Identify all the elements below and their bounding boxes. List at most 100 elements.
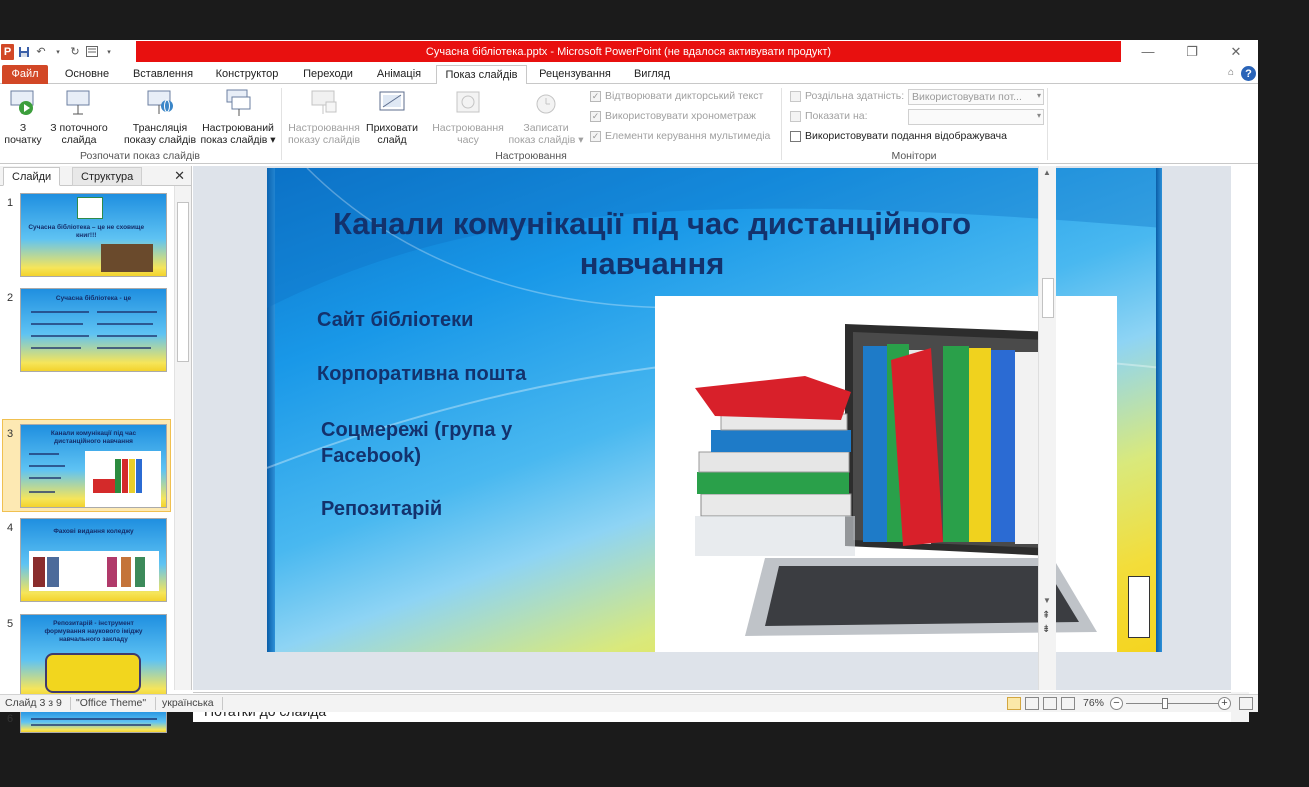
media-controls-checkbox[interactable]: ✓ Елементи керування мультимедіа <box>590 130 770 142</box>
save-icon[interactable] <box>17 45 31 59</box>
play-narrations-checkbox[interactable]: ✓ Відтворювати дикторський текст <box>590 90 763 102</box>
slide-sorter-view-icon[interactable] <box>1025 697 1039 710</box>
rehearse-timings-button[interactable]: Настроювання часу <box>428 88 508 146</box>
broadcast-slide-show-button[interactable]: Трансляція показу слайдів <box>122 88 198 146</box>
tab-slide-show[interactable]: Показ слайдів <box>436 65 527 85</box>
from-current-slide-button[interactable]: З поточного слайда <box>44 88 114 146</box>
thumb-title: Репозитарій - інструмент формування наук… <box>44 620 143 643</box>
set-up-slide-show-button[interactable]: Настроювання показу слайдів <box>286 88 362 146</box>
chevron-down-icon: ▾ <box>1036 111 1041 120</box>
slide-thumbnail-6[interactable] <box>20 709 167 733</box>
slide-editor-scrollbar[interactable]: ▲ ▼ ⇞ ⇟ <box>1038 166 1056 690</box>
start-slideshow-group-label: Розпочати показ слайдів <box>80 150 200 162</box>
tab-home[interactable]: Основне <box>56 65 118 84</box>
thumb-title: Фахові видання коледжу <box>53 528 134 535</box>
scrollbar-thumb[interactable] <box>177 202 189 362</box>
show-on-row: Показати на: <box>790 110 868 122</box>
zoom-slider[interactable] <box>1126 703 1218 704</box>
zoom-out-button[interactable]: − <box>1110 697 1123 710</box>
slide-thumbnail-4[interactable]: Фахові видання коледжу <box>20 518 167 602</box>
thumb-picture <box>29 551 159 591</box>
slide-number: 5 <box>7 618 14 630</box>
zoom-level[interactable]: 76% <box>1083 697 1104 709</box>
slide-bullet-2[interactable]: Корпоративна пошта <box>317 361 526 387</box>
tab-transitions[interactable]: Переходи <box>296 65 360 84</box>
hide-slide-label: Приховати слайд <box>366 122 418 146</box>
thumb-text-line <box>31 323 83 325</box>
presenter-view-checkbox[interactable]: Використовувати подання відображувача <box>790 130 1007 142</box>
tab-outline[interactable]: Структура <box>72 167 143 186</box>
thumb-text-line <box>29 477 61 479</box>
checkbox-unchecked-icon <box>790 130 801 142</box>
help-icon[interactable]: ? <box>1241 66 1256 81</box>
monitor-icon <box>790 110 801 122</box>
thumb-text-line <box>31 311 89 313</box>
tab-file[interactable]: Файл <box>2 65 48 84</box>
scroll-down-icon[interactable]: ▼ <box>1043 596 1051 605</box>
thumb-text-line <box>31 347 81 349</box>
fit-to-window-icon[interactable] <box>1239 697 1253 710</box>
zoom-in-button[interactable]: + <box>1218 697 1231 710</box>
slide-bullet-3[interactable]: Соцмережі (група у Facebook) <box>321 417 591 469</box>
slide-canvas[interactable]: Канали комунікації під час дистанційного… <box>267 168 1162 652</box>
tab-insert[interactable]: Вставлення <box>127 65 199 84</box>
checkbox-checked-icon: ✓ <box>590 90 601 102</box>
customize-qat-icon[interactable]: ▾ <box>102 45 116 59</box>
zoom-slider-knob[interactable] <box>1161 698 1168 709</box>
tab-design[interactable]: Конструктор <box>208 65 286 84</box>
resolution-value: Використовувати пот... <box>912 91 1022 103</box>
slide-show-view-icon[interactable] <box>1061 697 1075 710</box>
scroll-up-icon[interactable]: ▲ <box>1043 168 1051 177</box>
theme-name[interactable]: "Office Theme" <box>76 697 146 709</box>
record-icon <box>531 88 561 118</box>
slide-thumbnail-2[interactable]: Сучасна бібліотека - це <box>20 288 167 372</box>
presenter-view-label: Використовувати подання відображувача <box>805 130 1007 142</box>
layout-icon[interactable] <box>85 45 99 59</box>
language-indicator[interactable]: українська <box>162 697 214 709</box>
undo-icon[interactable]: ↶ <box>34 45 48 59</box>
rehearse-timings-icon <box>453 88 483 118</box>
slide-thumbnail-5[interactable]: Репозитарій - інструмент формування наук… <box>20 614 167 698</box>
slide-title[interactable]: Канали комунікації під час дистанційного… <box>267 204 1037 284</box>
slides-panel-scrollbar[interactable] <box>174 186 191 690</box>
powerpoint-app-icon[interactable]: P <box>1 43 14 60</box>
show-on-dropdown[interactable]: ▾ <box>908 109 1044 125</box>
play-from-current-icon <box>64 88 94 118</box>
maximize-button[interactable]: ❐ <box>1170 40 1214 63</box>
slide-thumbnail-3[interactable]: Канали комунікації під час дистанційного… <box>20 424 167 508</box>
next-slide-icon[interactable]: ⇟ <box>1042 624 1050 635</box>
tab-slides[interactable]: Слайди <box>3 167 61 186</box>
thumb-text-line <box>97 323 153 325</box>
ribbon-collapse-icon[interactable]: ⌂ <box>1228 67 1234 78</box>
slide-thumbnail-1[interactable]: Сучасна бібліотека – це не сховище книг!… <box>20 193 167 277</box>
close-panel-icon[interactable]: ✕ <box>174 168 185 184</box>
thumb-picture <box>45 653 141 693</box>
tab-view[interactable]: Вигляд <box>624 65 680 84</box>
resolution-dropdown[interactable]: Використовувати пот... ▾ <box>908 89 1044 105</box>
redo-icon[interactable]: ↻ <box>68 45 82 59</box>
custom-slide-show-button[interactable]: Настроюваний показ слайдів ▾ <box>198 88 278 146</box>
previous-slide-icon[interactable]: ⇞ <box>1042 610 1050 621</box>
slide-number: 4 <box>7 522 14 534</box>
from-beginning-button[interactable]: З початку <box>4 88 42 146</box>
group-separator <box>1047 88 1048 160</box>
normal-view-icon[interactable] <box>1007 697 1021 710</box>
reading-view-icon[interactable] <box>1043 697 1057 710</box>
setup-group-label: Настроювання <box>495 150 567 162</box>
scrollbar-thumb[interactable] <box>1042 278 1054 318</box>
use-timings-checkbox[interactable]: ✓ Використовувати хронометраж <box>590 110 756 122</box>
slide-bullet-4[interactable]: Репозитарій <box>321 496 442 522</box>
slide-number: 3 <box>7 428 14 440</box>
tab-animations[interactable]: Анімація <box>370 65 428 84</box>
tab-review[interactable]: Рецензування <box>534 65 616 84</box>
thumb-text-line <box>97 335 157 337</box>
slide-bullet-1[interactable]: Сайт бібліотеки <box>317 307 473 333</box>
slide-number: 2 <box>7 292 14 304</box>
undo-dropdown-icon[interactable]: ▾ <box>51 45 65 59</box>
minimize-button[interactable]: — <box>1126 40 1170 63</box>
hide-slide-button[interactable]: Приховати слайд <box>362 88 422 146</box>
close-button[interactable]: ✕ <box>1214 40 1258 63</box>
slide-counter: Слайд 3 з 9 <box>5 697 62 709</box>
record-slide-show-button[interactable]: Записати показ слайдів ▾ <box>508 88 584 146</box>
ribbon-tabs: Файл Основне Вставлення Конструктор Пере… <box>0 63 1258 85</box>
